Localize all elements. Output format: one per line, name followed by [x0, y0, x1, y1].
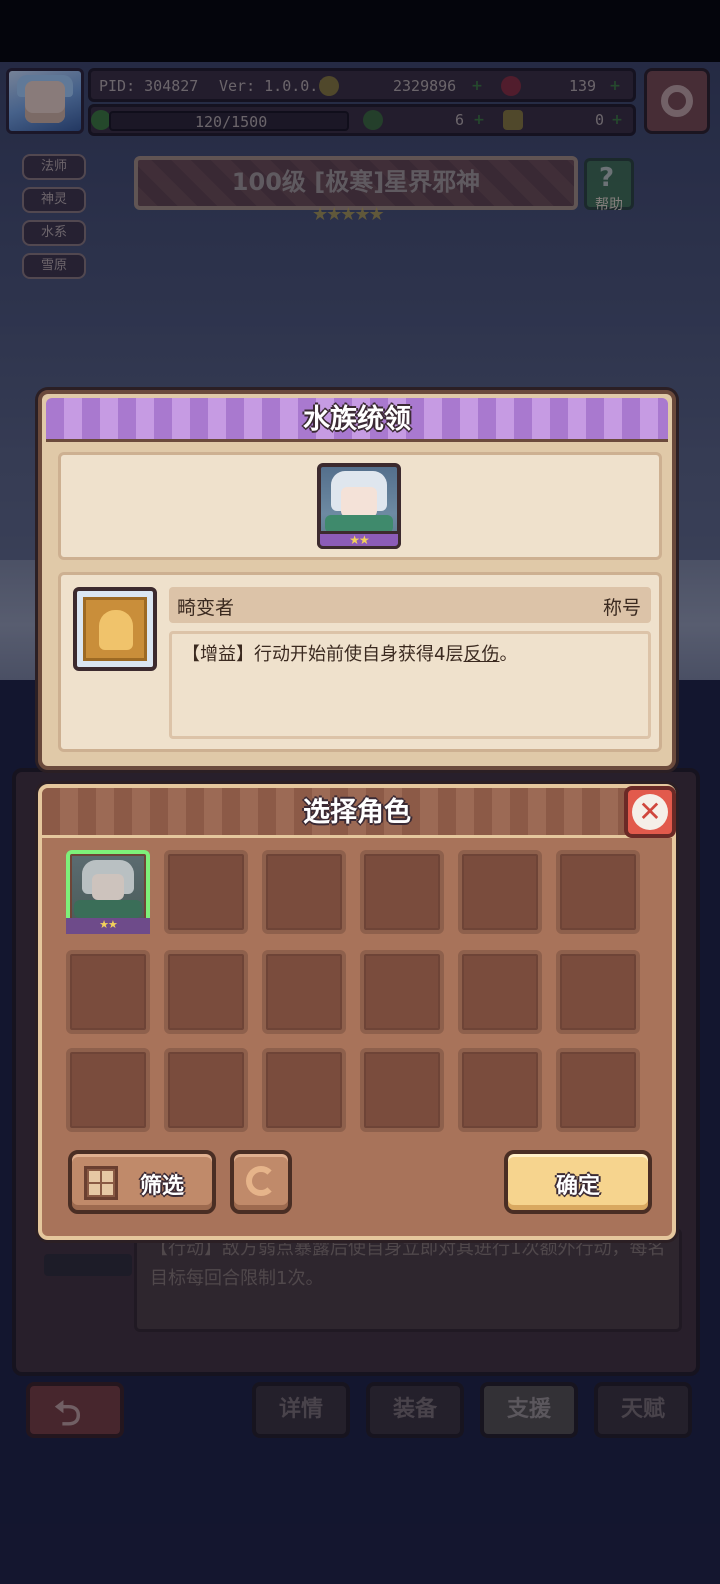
title-type: 称号 — [602, 597, 641, 619]
refresh-button[interactable] — [230, 1150, 292, 1214]
character-slot[interactable] — [262, 850, 346, 934]
character-slot[interactable] — [360, 850, 444, 934]
character-slot-selected[interactable]: ★★ — [66, 850, 150, 934]
title-badge-icon — [73, 587, 157, 671]
character-slot[interactable] — [458, 850, 542, 934]
character-slot[interactable] — [458, 1048, 542, 1132]
character-slot[interactable] — [556, 1048, 640, 1132]
character-slot[interactable] — [360, 1048, 444, 1132]
dialog-title: 水族统领 — [303, 404, 411, 435]
character-slot[interactable] — [164, 950, 248, 1034]
character-grid: ★★ — [66, 850, 648, 1142]
close-button[interactable]: ✕ — [624, 786, 676, 838]
select-character-dialog: 选择角色 ★★ 筛选 确定 — [38, 784, 676, 1240]
effect-description: 【增益】行动开始前使自身获得4层反伤。 — [182, 644, 518, 665]
filter-button[interactable]: 筛选 — [68, 1150, 216, 1214]
character-portrait[interactable]: ★★ — [317, 463, 401, 549]
character-slot[interactable] — [164, 1048, 248, 1132]
confirm-label: 确定 — [555, 1174, 600, 1199]
title-name: 畸变者 — [177, 597, 235, 619]
confirm-button[interactable]: 确定 — [504, 1150, 652, 1214]
character-slot[interactable] — [66, 1048, 150, 1132]
close-icon: ✕ — [632, 794, 668, 830]
filter-grid-icon — [84, 1166, 118, 1200]
character-slot[interactable] — [262, 1048, 346, 1132]
portrait-star-rating: ★★ — [317, 531, 401, 549]
character-slot[interactable] — [556, 850, 640, 934]
slot-star-rating: ★★ — [66, 918, 150, 934]
filter-label: 筛选 — [140, 1174, 185, 1199]
character-slot[interactable] — [66, 950, 150, 1034]
refresh-icon — [246, 1166, 276, 1196]
dialog-header: 水族统领 — [46, 398, 668, 442]
portrait-area: ★★ — [58, 452, 662, 560]
character-slot[interactable] — [164, 850, 248, 934]
title-info-card: 畸变者 称号 【增益】行动开始前使自身获得4层反伤。 — [58, 572, 662, 752]
character-slot[interactable] — [556, 950, 640, 1034]
character-slot[interactable] — [458, 950, 542, 1034]
support-slot-dialog: 水族统领 ★★ 畸变者 称号 【增益】行动开始前使自身获得4层反伤。 — [38, 390, 676, 770]
character-slot[interactable] — [262, 950, 346, 1034]
dialog-header: 选择角色 — [42, 788, 672, 838]
keyword-link-reflect[interactable]: 反伤 — [463, 644, 499, 665]
title-row: 畸变者 称号 — [169, 587, 651, 623]
effect-box: 【增益】行动开始前使自身获得4层反伤。 — [169, 631, 651, 739]
character-slot[interactable] — [360, 950, 444, 1034]
dialog-title: 选择角色 — [303, 797, 411, 828]
